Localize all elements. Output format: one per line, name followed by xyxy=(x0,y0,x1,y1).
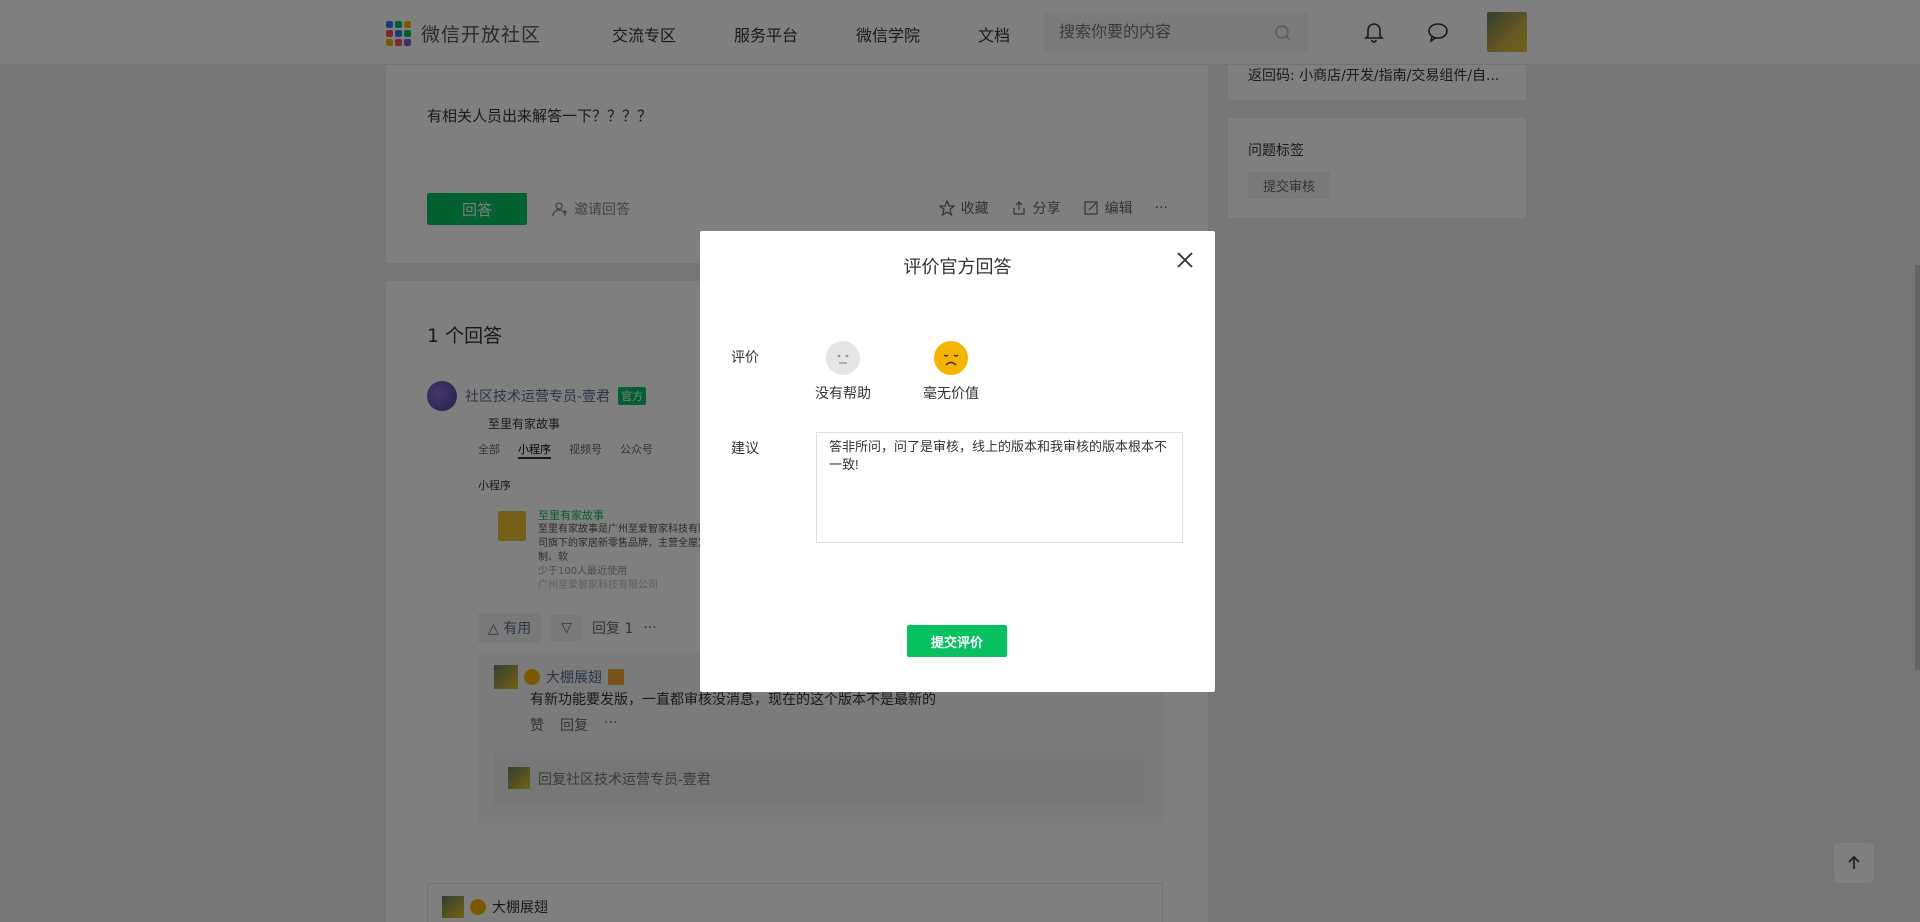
neutral-face-icon xyxy=(826,341,860,375)
suggestion-label: 建议 xyxy=(731,441,759,457)
close-icon[interactable] xyxy=(1177,252,1193,272)
option-label: 没有帮助 xyxy=(815,386,871,402)
sad-face-icon xyxy=(934,341,968,375)
dialog-title: 评价官方回答 xyxy=(903,257,1012,278)
option-label: 毫无价值 xyxy=(923,386,979,402)
suggestion-textarea[interactable]: 答非所问，问了是审核，线上的版本和我审核的版本根本不一致! xyxy=(816,432,1183,543)
submit-rating-button[interactable]: 提交评价 xyxy=(907,625,1007,657)
rating-option-not-helpful[interactable]: 没有帮助 xyxy=(808,341,878,403)
rating-label: 评价 xyxy=(731,350,759,366)
rating-option-worthless[interactable]: 毫无价值 xyxy=(916,341,986,403)
rate-answer-dialog: 评价官方回答 评价 没有帮助 毫无价值 建议 答非所问，问了是审核，线上的版本和… xyxy=(700,231,1215,692)
